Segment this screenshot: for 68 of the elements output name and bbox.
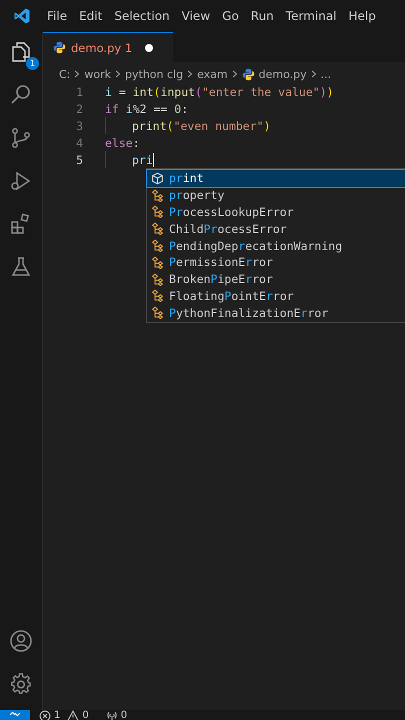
run-debug-icon[interactable] (9, 169, 33, 193)
class-icon (151, 239, 164, 252)
indent-guide (105, 117, 106, 134)
menu-item[interactable]: Help (342, 9, 382, 23)
suggestion-item[interactable]: PendingDeprecationWarning (147, 237, 405, 254)
warning-count[interactable]: 0 (82, 710, 89, 720)
python-file-icon (53, 41, 66, 54)
app-logo-icon (13, 7, 31, 25)
breadcrumb-item[interactable]: ... (320, 68, 332, 80)
chevron-right-icon (187, 70, 194, 78)
chevron-right-icon (310, 70, 317, 78)
chevron-right-icon (232, 70, 238, 78)
flask-icon[interactable] (9, 255, 33, 279)
suggestion-item[interactable]: PermissionError (147, 254, 405, 271)
menu-item[interactable]: File (41, 9, 74, 23)
error-count[interactable]: 1 (54, 710, 60, 720)
suggestion-item[interactable]: PythonFinalizationError (147, 304, 405, 322)
menu-item[interactable]: Go (216, 9, 245, 23)
chevron-right-icon (115, 70, 122, 78)
suggestion-item[interactable]: ChildProcessError (147, 220, 405, 238)
class-icon (151, 272, 164, 286)
indent-guide (105, 151, 106, 168)
suggestion-item[interactable]: ProcessLookupError (147, 204, 405, 220)
line-number: 2 (75, 102, 84, 116)
line-number: 3 (75, 118, 84, 132)
suggestion-item[interactable]: print (147, 170, 405, 187)
menu-item[interactable]: Selection (108, 9, 176, 23)
code-line: else: (105, 136, 140, 150)
breadcrumb-item[interactable]: C: (59, 68, 70, 80)
suggestion-item[interactable]: FloatingPointError (147, 288, 405, 304)
account-icon[interactable] (9, 629, 33, 653)
line-number: 1 (75, 84, 84, 98)
breadcrumb-item[interactable]: python clg (125, 68, 184, 80)
python-file-icon (242, 68, 255, 80)
remote-icon (8, 710, 22, 718)
class-icon (151, 222, 164, 236)
breadcrumb-item[interactable]: work (84, 68, 112, 80)
line-number: 5 (75, 152, 84, 166)
class-icon (151, 306, 164, 320)
menu-item[interactable]: View (176, 9, 216, 23)
menu-item[interactable]: Edit (73, 9, 108, 23)
code-line: i = int(input("enter the value")) (105, 84, 334, 98)
warning-icon[interactable] (67, 710, 80, 720)
ports-count[interactable]: 0 (120, 710, 128, 720)
class-icon (151, 289, 164, 302)
tab-label: demo.py 1 (71, 40, 132, 54)
broadcast-icon[interactable] (106, 710, 118, 720)
remote-button[interactable] (0, 710, 30, 720)
class-icon (151, 188, 164, 202)
cube-icon (151, 172, 164, 185)
class-icon (151, 256, 164, 269)
code-line: print("even number") (132, 118, 271, 132)
menu-item[interactable]: Run (244, 9, 280, 23)
menu-item[interactable]: Terminal (280, 9, 343, 23)
suggestion-item[interactable]: property (147, 186, 405, 204)
notification-badge: 1 (26, 57, 39, 70)
code-line: if i%2 == 0: (105, 102, 188, 116)
breadcrumb-item[interactable]: exam (197, 68, 228, 80)
code-line: pri (132, 152, 153, 166)
chevron-right-icon (74, 70, 80, 78)
suggestion-item[interactable]: BrokenPipeError (147, 270, 405, 288)
breadcrumb-item[interactable]: demo.py (258, 68, 307, 80)
error-icon[interactable] (39, 710, 51, 720)
line-number: 4 (75, 136, 84, 150)
editor-tab[interactable]: demo.py 1 (43, 32, 173, 62)
class-icon (151, 205, 164, 218)
settings-icon[interactable] (9, 672, 33, 696)
source-control-icon[interactable] (9, 126, 33, 150)
